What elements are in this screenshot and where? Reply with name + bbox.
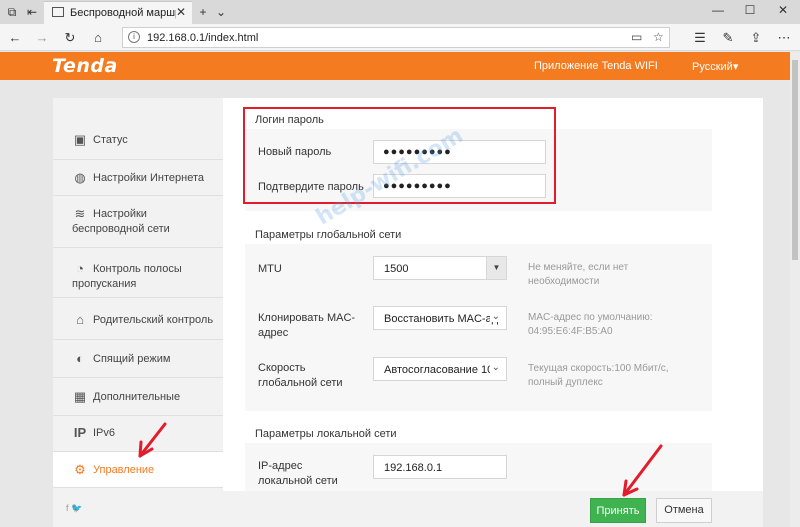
favorite-icon[interactable]: ☆ (653, 30, 664, 44)
new-tab-icon[interactable]: + (195, 4, 211, 20)
router-header: Tenda Приложение Tenda WIFI Русский▾ (0, 52, 790, 80)
mac-clone-label: Клонировать MAC-адрес (258, 312, 356, 339)
page-favicon (52, 7, 64, 17)
sidebar-item-label: Родительский контроль (93, 314, 214, 326)
close-window-icon[interactable]: ✕ (773, 3, 793, 17)
sidebar-item-label: Спящий режим (93, 353, 171, 365)
sidebar-item-ipv6[interactable]: IP IPv6 (53, 416, 223, 452)
sidebar-item-label: Контроль полосы пропускания (72, 263, 182, 290)
url-text: 192.168.0.1/index.html (147, 32, 259, 44)
mtu-label: MTU (258, 263, 282, 275)
mac-clone-select[interactable]: Восстановить MAC-ад ⌄ (373, 306, 507, 330)
mac-clone-value: Восстановить MAC-ад (384, 313, 499, 325)
lan-section-title: Параметры локальной сети (255, 428, 397, 440)
minimize-icon[interactable]: — (708, 3, 728, 17)
settings-icon: ⚙ (74, 462, 86, 477)
notes-icon[interactable]: ✎ (719, 29, 737, 47)
sidebar-item-internet[interactable]: ◍ Настройки Интернета (53, 160, 223, 196)
tab-manager-icon[interactable]: ⧉ (4, 4, 20, 20)
cancel-button[interactable]: Отмена (656, 498, 712, 523)
wan-speed-select[interactable]: Автосогласование 100 ⌄ (373, 357, 507, 381)
hub-icon[interactable]: ☰ (691, 29, 709, 47)
sidebar-item-status[interactable]: ▣ Статус (53, 120, 223, 160)
browser-tab[interactable]: Беспроводной маршру ✕ (44, 1, 192, 24)
language-select[interactable]: Русский▾ (692, 60, 738, 73)
sidebar-item-label: Настройки Интернета (93, 172, 204, 184)
close-tab-icon[interactable]: ✕ (176, 5, 186, 19)
wan-speed-value: Автосогласование 100 (384, 364, 500, 376)
sidebar-item-label: Настройки беспроводной сети (72, 208, 170, 235)
sidebar-item-advanced[interactable]: ▦ Дополнительные (53, 378, 223, 416)
mtu-value: 1500 (384, 263, 409, 275)
social-links[interactable]: f 🐦 (66, 503, 82, 514)
home-icon[interactable]: ⌂ (89, 29, 107, 47)
info-icon: i (128, 31, 140, 43)
sidebar-item-label: Дополнительные (93, 391, 181, 403)
refresh-icon[interactable]: ↻ (61, 29, 79, 47)
chevron-down-icon: ⌄ (489, 311, 500, 322)
sidebar-item-bandwidth[interactable]: ◔ Контроль полосы пропускания (53, 248, 223, 298)
tab-preview-icon[interactable]: ⌄ (213, 4, 229, 20)
sidebar-item-parental[interactable]: ⌂ Родительский контроль (53, 298, 223, 340)
mtu-select[interactable]: 1500 ▼ (373, 256, 507, 280)
reader-icon[interactable]: ▭ (631, 30, 642, 44)
set-aside-tabs-icon[interactable]: ⇤ (24, 4, 40, 20)
browser-tab-bar: ⧉ ⇤ Беспроводной маршру ✕ + ⌄ — ☐ ✕ (0, 0, 800, 24)
sidebar-item-management[interactable]: ⚙ Управление (53, 452, 223, 488)
page-scrollbar[interactable] (790, 52, 800, 527)
forward-icon[interactable]: → (33, 29, 51, 47)
sidebar-item-label: Управление (93, 464, 155, 476)
more-icon[interactable]: ⋯ (775, 29, 793, 47)
tab-title: Беспроводной маршру (70, 7, 176, 19)
maximize-icon[interactable]: ☐ (740, 3, 760, 17)
wan-speed-hint: Текущая скорость:100 Мбит/с, полный дупл… (528, 363, 669, 388)
sleep-icon: ◐ (76, 351, 84, 366)
browser-nav-bar: ← → ↻ ⌂ i 192.168.0.1/index.html ▭ ☆ ☰ ✎… (0, 24, 800, 51)
ipv6-icon: IP (73, 425, 87, 440)
wan-section-title: Параметры глобальной сети (255, 229, 402, 241)
back-icon[interactable]: ← (6, 29, 24, 47)
globe-icon: ◍ (74, 170, 86, 185)
sidebar-item-wireless[interactable]: ≋ Настройки беспроводной сети (53, 196, 223, 248)
mac-hint: MAC-адрес по умолчанию: 04:95:E6:4F:B5:A… (528, 312, 653, 337)
tenda-logo: Tenda (52, 55, 118, 77)
wan-speed-label: Скорость глобальной сети (258, 362, 343, 389)
address-bar[interactable]: i 192.168.0.1/index.html ▭ ☆ (122, 27, 670, 48)
chevron-down-icon: ⌄ (489, 362, 500, 373)
parental-icon: ⌂ (76, 312, 84, 327)
mtu-hint: Не меняйте, если нет необходимости (528, 262, 629, 287)
scroll-thumb[interactable] (792, 60, 798, 260)
app-link[interactable]: Приложение Tenda WIFI (534, 60, 658, 72)
grid-icon: ▦ (73, 389, 87, 404)
dropdown-arrow-icon[interactable]: ▼ (486, 257, 506, 279)
sidebar: ▣ Статус ◍ Настройки Интернета ≋ Настрой… (53, 98, 223, 527)
sidebar-item-label: IPv6 (93, 427, 116, 439)
save-button[interactable]: Принять (590, 498, 646, 523)
share-icon[interactable]: ⇪ (747, 29, 765, 47)
lan-ip-label: IP-адрес локальной сети (258, 460, 338, 487)
status-icon: ▣ (73, 132, 87, 147)
lan-ip-input[interactable]: 192.168.0.1 (373, 455, 507, 479)
sidebar-item-sleep[interactable]: ◐ Спящий режим (53, 340, 223, 378)
sidebar-item-label: Статус (93, 134, 128, 146)
